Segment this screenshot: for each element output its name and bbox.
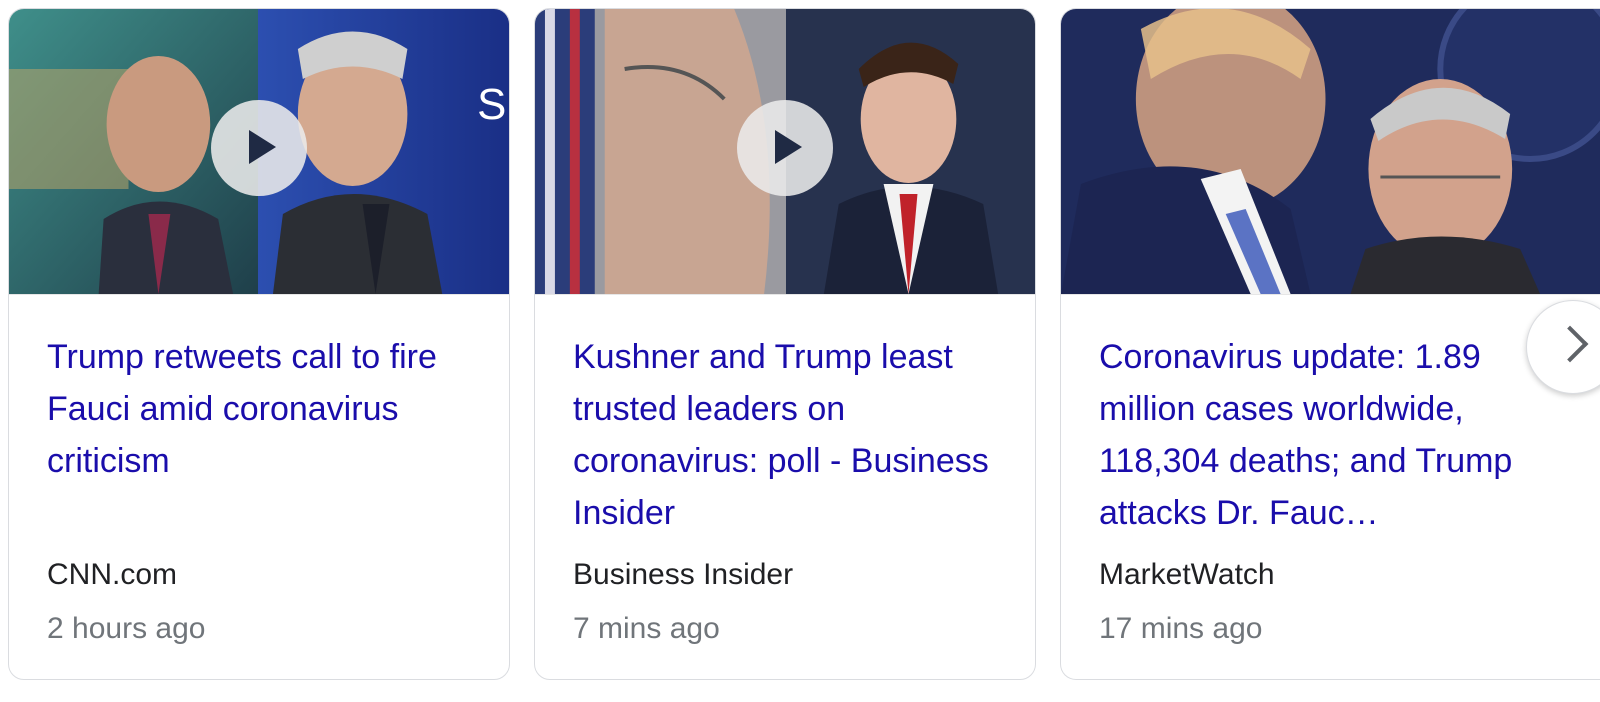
play-icon (775, 129, 802, 164)
play-button[interactable] (211, 99, 307, 196)
news-carousel: S Trump retweets call to fire Fauci amid… (0, 0, 1600, 702)
article-thumbnail[interactable] (1061, 9, 1600, 295)
card-timestamp: 2 hours ago (47, 612, 206, 645)
card-timestamp: 17 mins ago (1099, 612, 1263, 645)
news-card[interactable]: S Trump retweets call to fire Fauci amid… (8, 8, 510, 680)
card-title-link[interactable]: Kushner and Trump least trusted leaders … (573, 331, 997, 547)
card-source: CNN.com (47, 558, 178, 591)
card-timestamp: 7 mins ago (573, 612, 720, 645)
news-card[interactable]: Kushner and Trump least trusted leaders … (534, 8, 1036, 680)
svg-text:S: S (477, 80, 506, 129)
card-source: MarketWatch (1099, 558, 1275, 591)
card-source: Business Insider (573, 558, 794, 591)
card-title-link[interactable]: Coronavirus update: 1.89 million cases w… (1099, 331, 1562, 547)
news-card[interactable]: Coronavirus update: 1.89 million cases w… (1060, 8, 1600, 680)
chevron-right-icon (1551, 325, 1589, 363)
video-thumbnail[interactable] (535, 9, 1035, 295)
video-thumbnail[interactable]: S (9, 9, 509, 295)
card-title-link[interactable]: Trump retweets call to fire Fauci amid c… (47, 331, 471, 547)
play-button[interactable] (737, 99, 833, 196)
play-icon (249, 129, 276, 164)
thumbnail-image (1061, 9, 1600, 294)
